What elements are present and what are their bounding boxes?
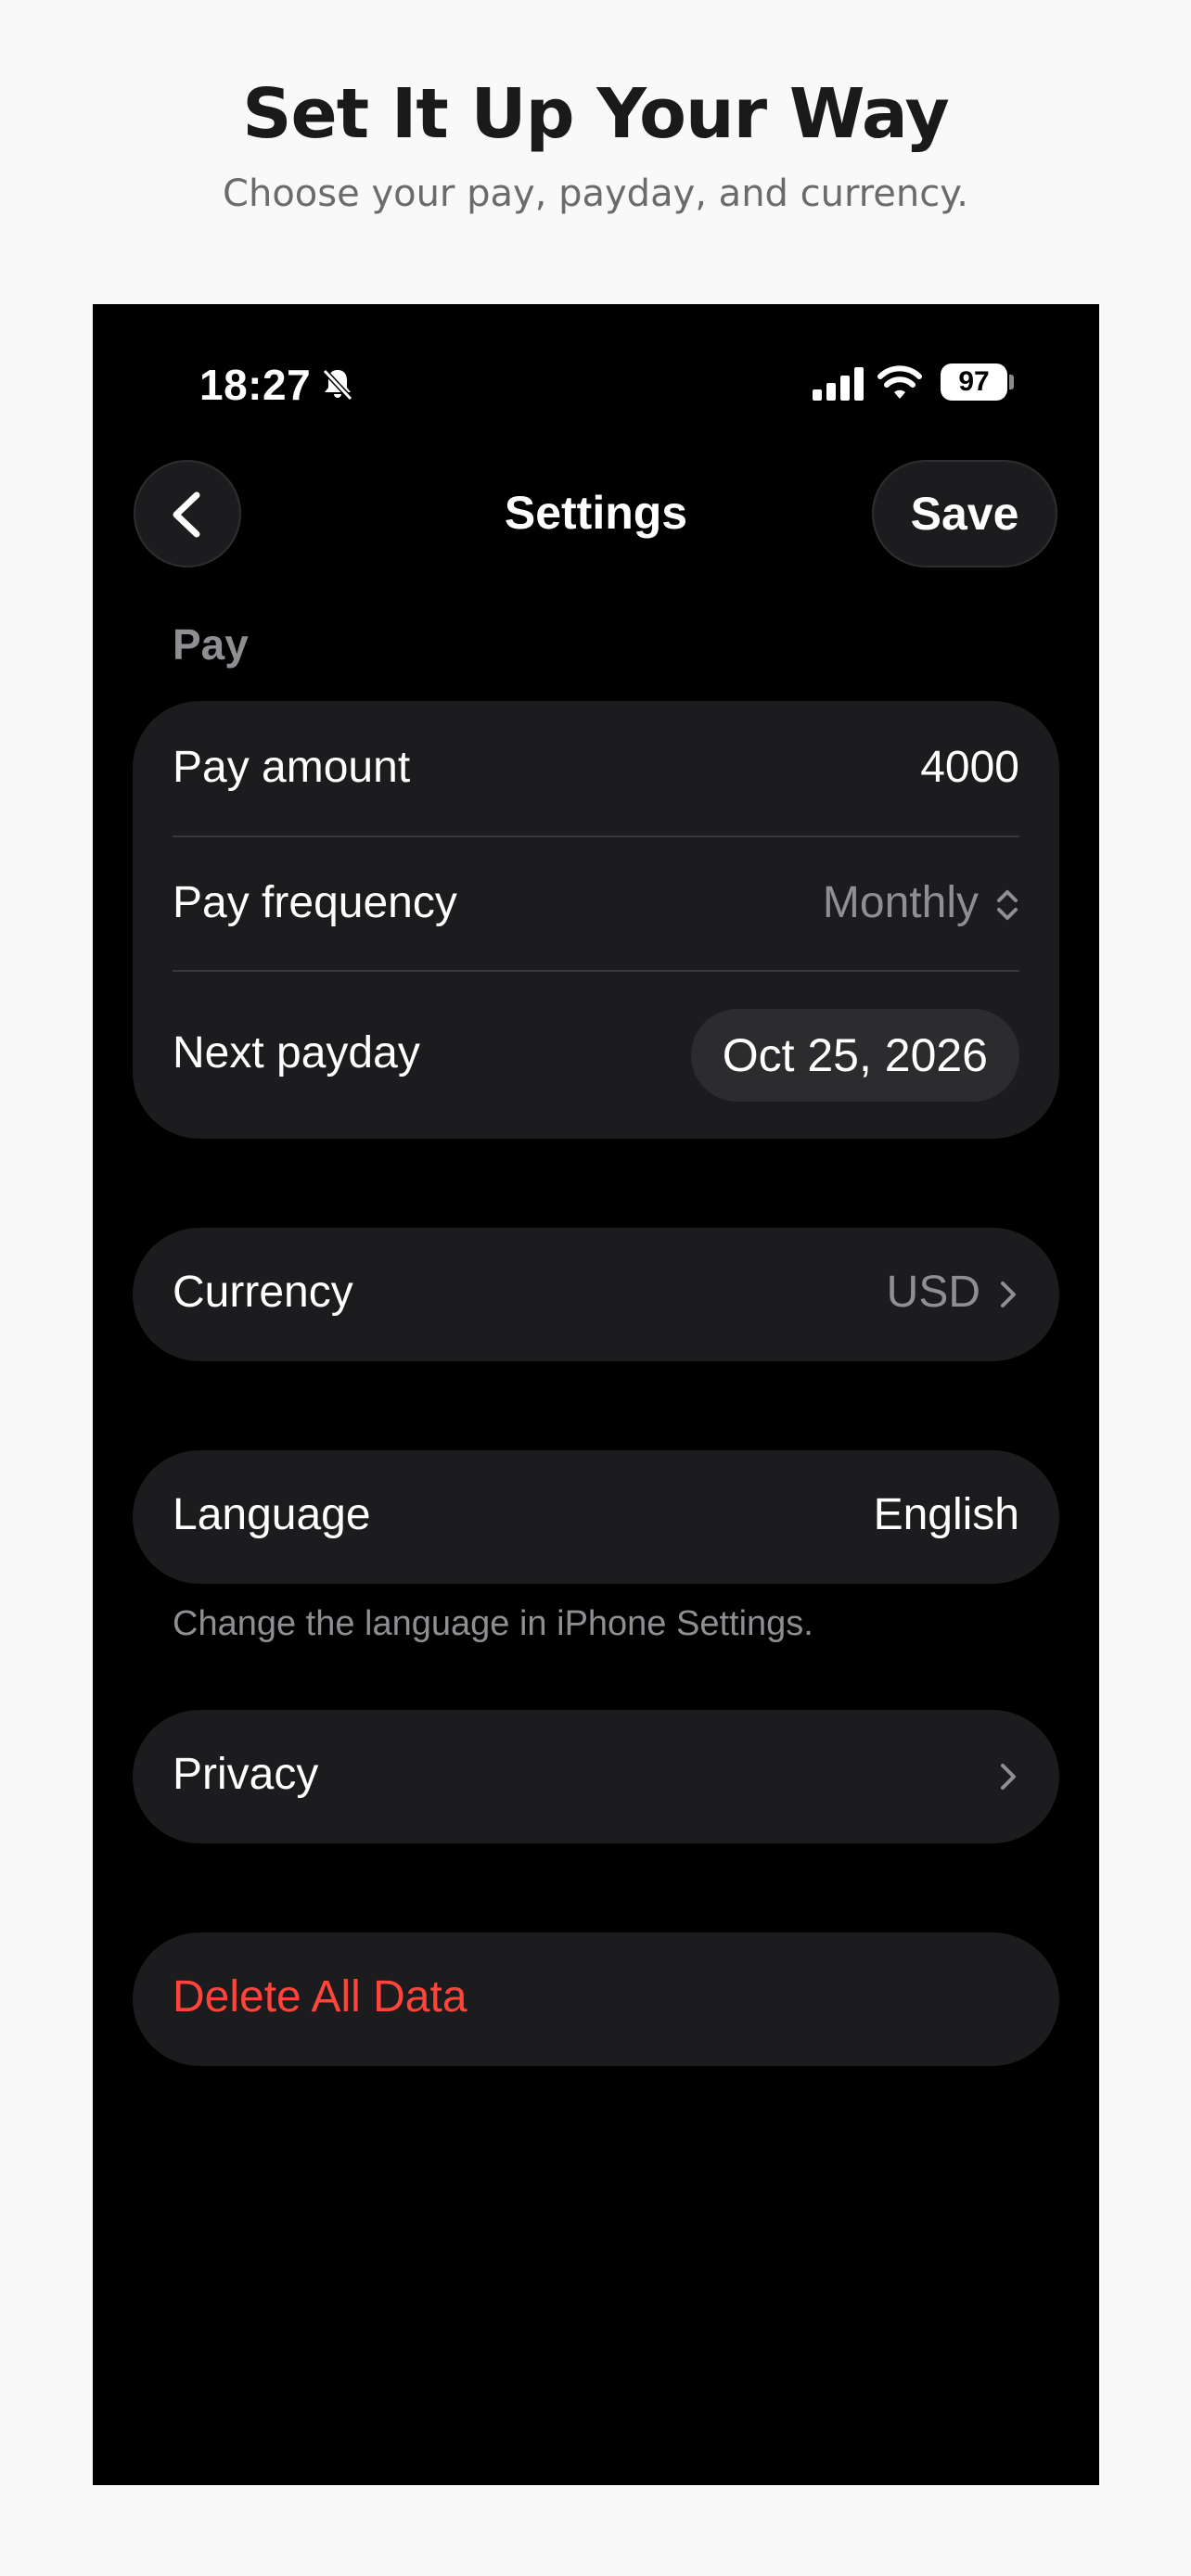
divider	[173, 970, 1019, 972]
currency-card[interactable]: Currency USD	[133, 1228, 1059, 1361]
language-footnote: Change the language in iPhone Settings.	[173, 1604, 813, 1643]
language-label: Language	[173, 1490, 371, 1539]
currency-value: USD	[886, 1268, 980, 1317]
privacy-label: Privacy	[173, 1750, 319, 1799]
divider	[173, 835, 1019, 837]
pay-frequency-row[interactable]: Pay frequency Monthly	[173, 877, 1019, 933]
pay-amount-row[interactable]: Pay amount 4000	[173, 742, 1019, 797]
privacy-chevron	[980, 1749, 1019, 1800]
battery-nub	[1009, 375, 1014, 389]
chevron-right-icon	[1001, 1282, 1016, 1308]
privacy-card[interactable]: Privacy	[133, 1710, 1059, 1843]
chevron-right-icon	[1001, 1764, 1016, 1791]
pay-amount-value[interactable]: 4000	[920, 742, 1019, 793]
language-value: English	[873, 1490, 1019, 1539]
currency-row[interactable]: Currency USD	[173, 1267, 1019, 1322]
promo-subheadline: Choose your pay, payday, and currency.	[223, 172, 968, 215]
currency-label: Currency	[173, 1268, 353, 1317]
bell-slash-icon	[322, 368, 353, 402]
chevron-up-down-icon	[997, 890, 1018, 921]
wifi-icon	[877, 365, 922, 399]
pay-frequency-select[interactable]: Monthly	[823, 877, 1019, 928]
pay-frequency-label: Pay frequency	[173, 878, 457, 927]
delete-all-data-button[interactable]: Delete All Data	[133, 1932, 1059, 2066]
status-time: 18:27	[199, 361, 312, 409]
language-row[interactable]: Language English	[173, 1489, 1019, 1545]
next-payday-date-picker[interactable]: Oct 25, 2026	[690, 1009, 1019, 1102]
language-card[interactable]: Language English	[133, 1450, 1059, 1584]
pay-card: Pay amount 4000 Pay frequency Monthly Ne…	[133, 701, 1059, 1139]
save-button[interactable]: Save	[872, 460, 1057, 567]
phone-screen: 18:27 97 Settings Save Pay Pay amount 40…	[93, 304, 1099, 2485]
next-payday-row: Next payday Oct 25, 2026	[173, 1009, 1019, 1102]
section-header-pay: Pay	[173, 620, 249, 669]
pay-amount-label: Pay amount	[173, 743, 411, 792]
delete-all-data-label: Delete All Data	[173, 1972, 467, 2021]
promo-headline: Set It Up Your Way	[242, 74, 950, 154]
pay-frequency-value: Monthly	[822, 878, 979, 927]
currency-value-group: USD	[887, 1267, 1019, 1318]
battery-icon: 97	[941, 363, 1007, 401]
cellular-signal-icon	[813, 367, 864, 401]
next-payday-label: Next payday	[173, 1028, 420, 1078]
privacy-row[interactable]: Privacy	[173, 1749, 1019, 1804]
